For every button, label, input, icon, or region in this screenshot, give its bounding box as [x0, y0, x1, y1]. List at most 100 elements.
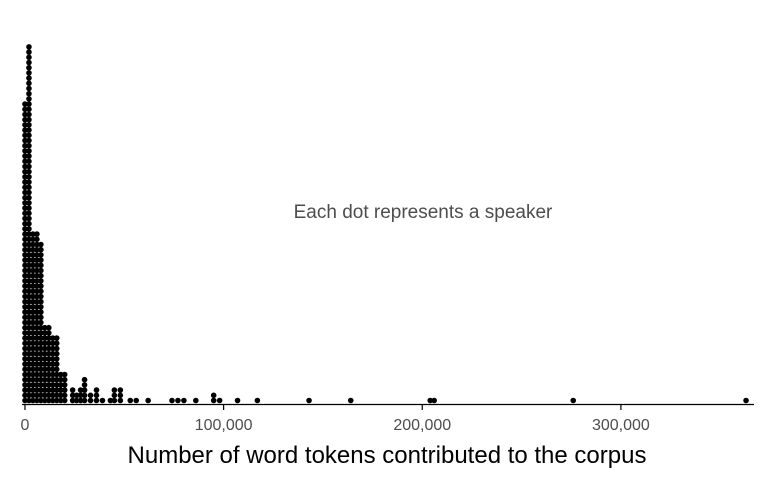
speaker-dot — [431, 397, 437, 404]
speaker-dot — [93, 392, 100, 399]
speaker-dot — [38, 278, 44, 284]
speaker-dot — [26, 163, 32, 170]
speaker-dot — [38, 304, 44, 310]
speaker-dot — [127, 397, 134, 404]
speaker-dot — [38, 262, 44, 269]
speaker-dot — [26, 116, 32, 123]
speaker-dot — [26, 70, 32, 76]
speaker-dot — [53, 361, 60, 367]
x-tick-label: 300,000 — [592, 417, 650, 434]
speaker-dot — [38, 241, 44, 248]
speaker-dot — [133, 397, 140, 404]
speaker-dot — [26, 179, 32, 185]
speaker-dot — [26, 59, 32, 66]
speaker-dot — [81, 397, 88, 404]
speaker-dot — [26, 127, 32, 133]
speaker-dot — [38, 246, 44, 253]
speaker-dot — [69, 387, 76, 393]
speaker-dot — [38, 252, 44, 258]
speaker-dot — [38, 283, 44, 289]
chart-annotation: Each dot represents a speaker — [294, 202, 553, 223]
speaker-dot — [61, 382, 68, 388]
speaker-dot — [61, 397, 68, 404]
speaker-dot — [46, 330, 52, 336]
speaker-dot — [53, 335, 60, 341]
speaker-dot — [61, 376, 68, 383]
speaker-dot — [193, 397, 199, 404]
speaker-dot — [210, 397, 217, 404]
speaker-dot — [87, 397, 94, 404]
x-axis-ticks: 0 100,000 200,000 300,000 — [21, 405, 650, 434]
speaker-dot — [26, 54, 32, 61]
speaker-dot — [111, 392, 118, 399]
speaker-dot — [181, 397, 187, 404]
x-axis-title: Number of word tokens contributed to the… — [128, 442, 647, 469]
speaker-dot — [53, 340, 60, 347]
speaker-dot — [26, 96, 32, 102]
speaker-dot — [26, 194, 32, 201]
speaker-dot — [26, 210, 32, 217]
speaker-dot — [26, 90, 32, 97]
speaker-dot — [26, 49, 32, 55]
speaker-dot — [81, 392, 88, 399]
speaker-dot — [38, 309, 44, 315]
x-tick-label: 200,000 — [393, 417, 451, 434]
speaker-dot — [111, 397, 118, 404]
speaker-dot — [46, 324, 52, 331]
speaker-dot — [117, 392, 124, 399]
speaker-dot — [169, 397, 175, 404]
speaker-dot — [234, 397, 241, 404]
dots-layer — [22, 44, 749, 404]
speaker-dot — [26, 189, 32, 196]
speaker-dot — [117, 387, 124, 393]
speaker-dot — [117, 397, 124, 404]
speaker-dot — [26, 137, 32, 144]
speaker-dot — [93, 397, 100, 404]
speaker-dot — [53, 350, 60, 357]
speaker-dot — [38, 314, 44, 321]
speaker-dot — [26, 85, 32, 92]
speaker-dot — [81, 387, 88, 393]
speaker-dot — [306, 397, 312, 404]
speaker-dot — [26, 215, 32, 222]
speaker-dot — [254, 397, 261, 404]
x-tick-label: 100,000 — [195, 417, 253, 434]
speaker-dot — [99, 397, 106, 404]
speaker-dot — [175, 397, 181, 404]
speaker-dot — [111, 387, 118, 393]
speaker-dot — [26, 168, 32, 175]
speaker-dot — [26, 80, 32, 87]
speaker-dot — [26, 44, 32, 50]
speaker-dot — [210, 392, 217, 399]
speaker-dot — [38, 257, 44, 263]
speaker-dot — [26, 148, 32, 154]
speaker-dot — [26, 64, 32, 71]
speaker-dot — [26, 153, 32, 159]
dot-plot-chart: 0 100,000 200,000 300,000 Number of word to… — [21, 44, 754, 469]
speaker-dot — [145, 397, 151, 404]
speaker-dot — [81, 382, 88, 388]
speaker-dot — [26, 142, 32, 149]
speaker-dot — [216, 397, 223, 404]
speaker-dot — [26, 158, 32, 165]
speaker-dot — [26, 111, 32, 118]
speaker-dot — [38, 298, 44, 305]
speaker-dot — [61, 371, 68, 378]
speaker-dot — [38, 267, 44, 274]
speaker-dot — [34, 231, 40, 237]
speaker-dot — [26, 220, 32, 227]
speaker-dot — [26, 205, 32, 211]
speaker-dot — [53, 366, 60, 373]
speaker-dot — [26, 200, 32, 206]
speaker-dot — [26, 122, 32, 128]
speaker-dot — [34, 236, 40, 243]
speaker-dot — [26, 174, 32, 180]
speaker-dot — [61, 387, 68, 393]
speaker-dot — [61, 392, 68, 399]
speaker-dot — [87, 392, 94, 399]
speaker-dot — [53, 345, 60, 352]
speaker-dot — [38, 293, 44, 300]
speaker-dot — [570, 397, 577, 404]
speaker-dot — [38, 319, 44, 326]
speaker-dot — [26, 226, 32, 232]
